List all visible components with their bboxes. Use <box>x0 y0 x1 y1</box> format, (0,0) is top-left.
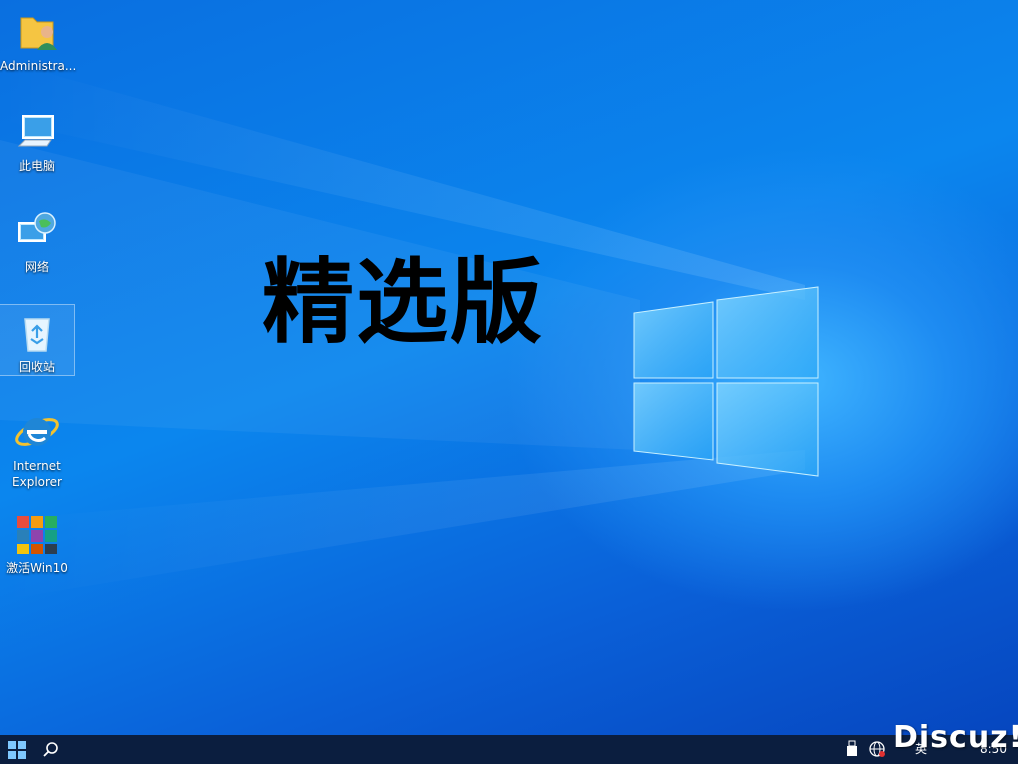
wallpaper-light-beams <box>0 60 819 600</box>
internet-explorer-icon <box>15 418 59 446</box>
computer-icon <box>17 115 54 147</box>
desktop-icon-internet-explorer[interactable]: Internet Explorer <box>0 404 74 490</box>
desktop-icon-label: Internet Explorer <box>12 459 62 489</box>
taskbar: 英 8:50 <box>0 735 1018 764</box>
search-icon <box>43 741 58 757</box>
desktop-icon-label: 网络 <box>24 260 49 274</box>
desktop-wallpaper[interactable]: Administra... 此电脑 网络 回收站 Internet Explor… <box>0 0 1018 735</box>
discuz-watermark: Discuz! <box>893 720 1018 755</box>
desktop-icon-recycle-bin[interactable]: 回收站 <box>0 304 75 376</box>
network-globe-icon <box>869 741 885 757</box>
desktop-icon-label: Administra... <box>0 59 77 73</box>
tray-usb[interactable] <box>846 740 860 759</box>
windows-start-icon <box>8 740 26 759</box>
desktop-icon-label: 此电脑 <box>18 159 55 173</box>
desktop-icon-label: 回收站 <box>18 360 55 374</box>
desktop-icon-activate-win10[interactable]: 激活Win10 <box>0 506 74 576</box>
usb-device-icon <box>847 740 857 756</box>
desktop-icon-label: 激活Win10 <box>6 561 68 575</box>
search-button[interactable] <box>34 735 68 764</box>
tray-network[interactable] <box>868 740 888 759</box>
network-icon <box>18 212 56 242</box>
recycle-bin-icon <box>24 318 50 352</box>
desktop-icon-network[interactable]: 网络 <box>0 205 74 275</box>
overlay-title: 精选版 <box>262 249 545 356</box>
user-folder-icon <box>20 17 57 50</box>
desktop-icon-this-pc[interactable]: 此电脑 <box>0 104 74 174</box>
desktop-icon-administrator[interactable]: Administra... <box>0 4 77 74</box>
activate-app-icon <box>17 516 57 554</box>
start-button[interactable] <box>0 735 34 764</box>
